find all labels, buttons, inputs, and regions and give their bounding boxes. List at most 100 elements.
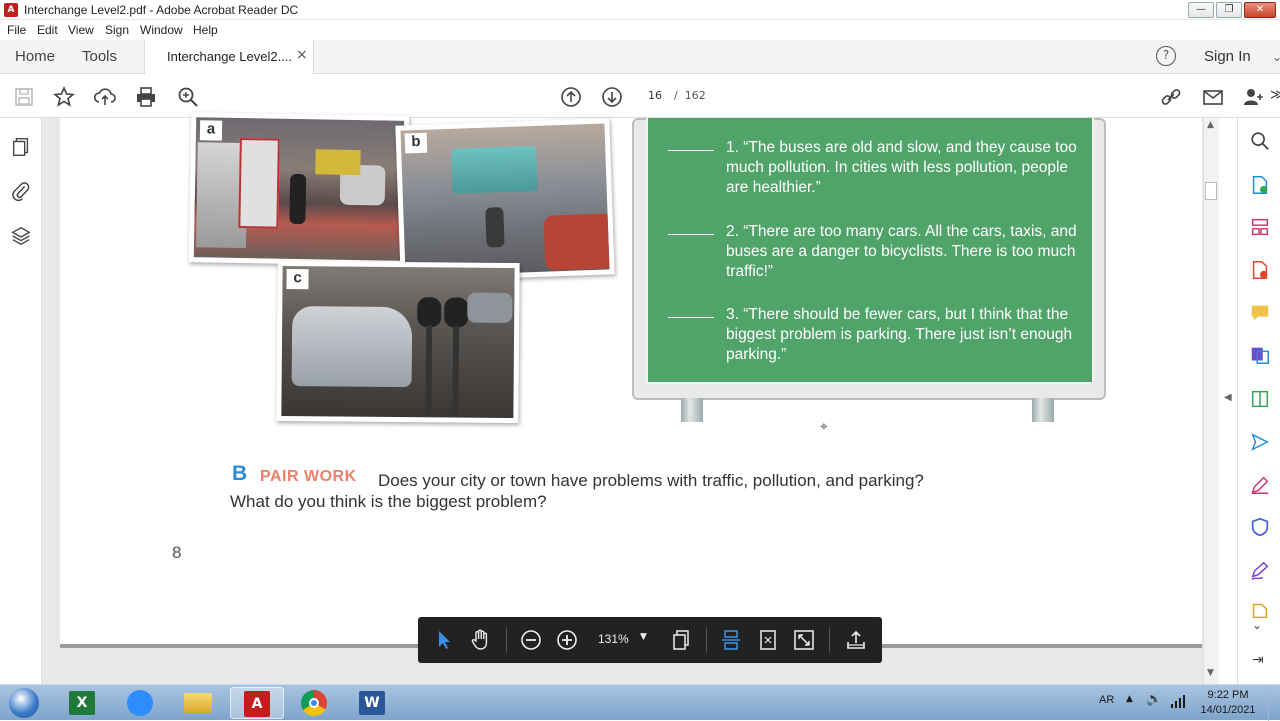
taskbar-chrome[interactable]	[288, 687, 342, 719]
help-icon[interactable]: ?	[1156, 46, 1176, 66]
fit-page-icon[interactable]	[756, 628, 780, 652]
page-number-input[interactable]: 16	[640, 85, 670, 107]
taskbar-excel[interactable]: X	[56, 687, 110, 719]
right-tools-pane: ⌄ ⇥	[1237, 118, 1280, 684]
system-clock[interactable]: 9:22 PM 14/01/2021	[1196, 688, 1260, 718]
photo-a: a	[188, 112, 410, 266]
zoom-search-icon[interactable]	[176, 85, 200, 109]
export-pdf-icon[interactable]	[1249, 174, 1271, 196]
taskbar-file-explorer[interactable]	[172, 687, 226, 719]
page-display-icon[interactable]	[669, 628, 693, 652]
collapse-right-pane-icon[interactable]: ⇥	[1252, 652, 1264, 668]
toolbar-separator	[506, 627, 507, 653]
taskbar-zoom[interactable]	[114, 687, 168, 719]
vertical-scrollbar[interactable]: ▲ ▼	[1203, 118, 1219, 684]
clock-time: 9:22 PM	[1207, 689, 1249, 701]
printed-page-number: 8	[172, 543, 182, 562]
combine-files-icon[interactable]	[1249, 344, 1271, 366]
export-upload-icon[interactable]	[844, 628, 868, 652]
toolbar-separator	[706, 627, 707, 653]
minimize-button[interactable]: —	[1188, 2, 1214, 18]
fill-sign-icon[interactable]	[1249, 474, 1271, 496]
volume-icon[interactable]: 🔈	[1146, 692, 1162, 707]
share-link-icon[interactable]	[1159, 85, 1183, 109]
left-navigation-pane: ◀	[0, 118, 54, 684]
organize-pages-icon[interactable]	[1249, 216, 1271, 238]
create-pdf-icon[interactable]	[1249, 259, 1271, 281]
upload-cloud-icon[interactable]	[93, 85, 117, 109]
close-window-button[interactable]: ✕	[1244, 2, 1276, 18]
clock-date: 14/01/2021	[1200, 704, 1256, 716]
pair-work-label: PAIR WORK	[260, 468, 357, 485]
sign-item-text: “There are too many cars. All the cars, …	[726, 223, 1077, 280]
more-tools-icon[interactable]: ≫	[1270, 87, 1280, 103]
search-icon[interactable]	[1249, 130, 1271, 152]
save-icon[interactable]	[12, 85, 36, 109]
full-screen-icon[interactable]	[792, 628, 816, 652]
close-tab-icon[interactable]: ×	[296, 47, 308, 63]
layers-icon[interactable]	[10, 225, 32, 247]
attachments-paperclip-icon[interactable]	[10, 180, 32, 202]
taskbar-acrobat-reader[interactable]: A	[230, 687, 284, 719]
answer-blank-2	[668, 234, 714, 235]
scroll-mode-icon[interactable]	[719, 628, 743, 652]
print-icon[interactable]	[134, 85, 158, 109]
restore-button[interactable]: ❐	[1216, 2, 1242, 18]
photo-label-c: c	[286, 269, 309, 290]
sign-item-number: 2.	[726, 223, 739, 240]
sign-item-number: 1.	[726, 139, 739, 156]
more-tools-icon[interactable]	[1249, 602, 1271, 618]
next-page-icon[interactable]	[600, 85, 624, 109]
menu-window[interactable]: Window	[140, 23, 183, 37]
answer-blank-3	[668, 317, 714, 318]
zoom-level-dropdown[interactable]: 131%	[598, 632, 629, 646]
chevron-down-icon[interactable]: ⌄	[1272, 50, 1280, 64]
menu-sign[interactable]: Sign	[105, 23, 129, 37]
sign-item-3: 3. “There should be fewer cars, but I th…	[668, 305, 1088, 365]
tab-document[interactable]: Interchange Level2.... ×	[144, 40, 314, 74]
taskbar-word[interactable]: W	[346, 687, 400, 719]
zoom-in-icon[interactable]	[555, 628, 579, 652]
exercise-letter: B	[232, 462, 248, 485]
compress-pdf-icon[interactable]	[1249, 388, 1271, 410]
question-line-1: Does your city or town have problems wit…	[378, 471, 924, 490]
start-button[interactable]	[4, 685, 44, 721]
zoom-app-icon	[127, 690, 153, 716]
select-pointer-icon[interactable]	[432, 628, 456, 652]
language-indicator[interactable]: AR	[1099, 694, 1114, 706]
windows-logo-icon	[9, 688, 39, 718]
send-for-review-icon[interactable]	[1249, 431, 1271, 453]
hand-tool-icon[interactable]	[468, 628, 492, 652]
answer-blank-1	[668, 150, 714, 151]
previous-page-icon[interactable]	[559, 85, 583, 109]
menu-file[interactable]: File	[7, 23, 26, 37]
page-thumbnails-icon[interactable]	[10, 136, 32, 158]
network-signal-icon[interactable]	[1170, 693, 1186, 709]
total-pages: 162	[684, 89, 706, 102]
bookmark-star-icon[interactable]	[52, 85, 76, 109]
add-user-icon[interactable]	[1242, 85, 1266, 109]
comment-icon[interactable]	[1249, 302, 1271, 324]
sign-in-link[interactable]: Sign In	[1204, 48, 1251, 65]
expand-tools-chevron-icon[interactable]: ⌄	[1252, 618, 1262, 632]
zoom-dropdown-arrow-icon[interactable]: ▼	[640, 632, 647, 642]
zoom-out-icon[interactable]	[519, 628, 543, 652]
chrome-icon	[301, 690, 327, 716]
menu-view[interactable]: View	[68, 23, 94, 37]
tab-home[interactable]: Home	[15, 48, 55, 65]
sign-item-number: 3.	[726, 306, 739, 323]
menu-help[interactable]: Help	[193, 23, 218, 37]
scrollbar-thumb[interactable]	[1205, 182, 1217, 200]
show-desktop-button[interactable]	[1268, 685, 1280, 721]
tab-tools[interactable]: Tools	[82, 48, 117, 65]
protect-shield-icon[interactable]	[1249, 516, 1271, 538]
signature-pen-icon[interactable]	[1249, 560, 1271, 582]
acrobat-app-icon: A	[4, 3, 18, 17]
menu-edit[interactable]: Edit	[37, 23, 58, 37]
scroll-down-icon[interactable]: ▼	[1207, 668, 1214, 678]
sign-post-left	[681, 398, 703, 422]
collapse-right-rail-arrow-icon[interactable]: ◀	[1224, 392, 1232, 403]
email-icon[interactable]	[1201, 85, 1225, 109]
scroll-up-icon[interactable]: ▲	[1207, 120, 1214, 130]
show-hidden-icons-icon[interactable]: ▲	[1126, 694, 1133, 704]
